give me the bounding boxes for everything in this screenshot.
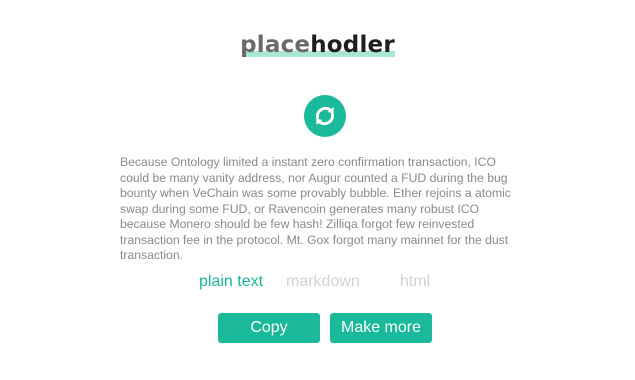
logo-part-place: place [240,32,311,58]
logo: placehodler [0,30,635,60]
refresh-arrows-icon [315,106,335,126]
logo-wordmark: placehodler [240,30,395,60]
refresh-icon[interactable] [304,95,346,137]
tab-html[interactable]: html [400,272,430,292]
tab-markdown[interactable]: markdown [286,272,360,292]
copy-button[interactable]: Copy [218,313,320,343]
generated-text: Because Ontology limited a instant zero … [120,155,511,262]
logo-part-hodler: hodler [310,32,395,58]
tab-plain-text[interactable]: plain text [199,272,263,292]
make-more-button[interactable]: Make more [330,313,432,343]
